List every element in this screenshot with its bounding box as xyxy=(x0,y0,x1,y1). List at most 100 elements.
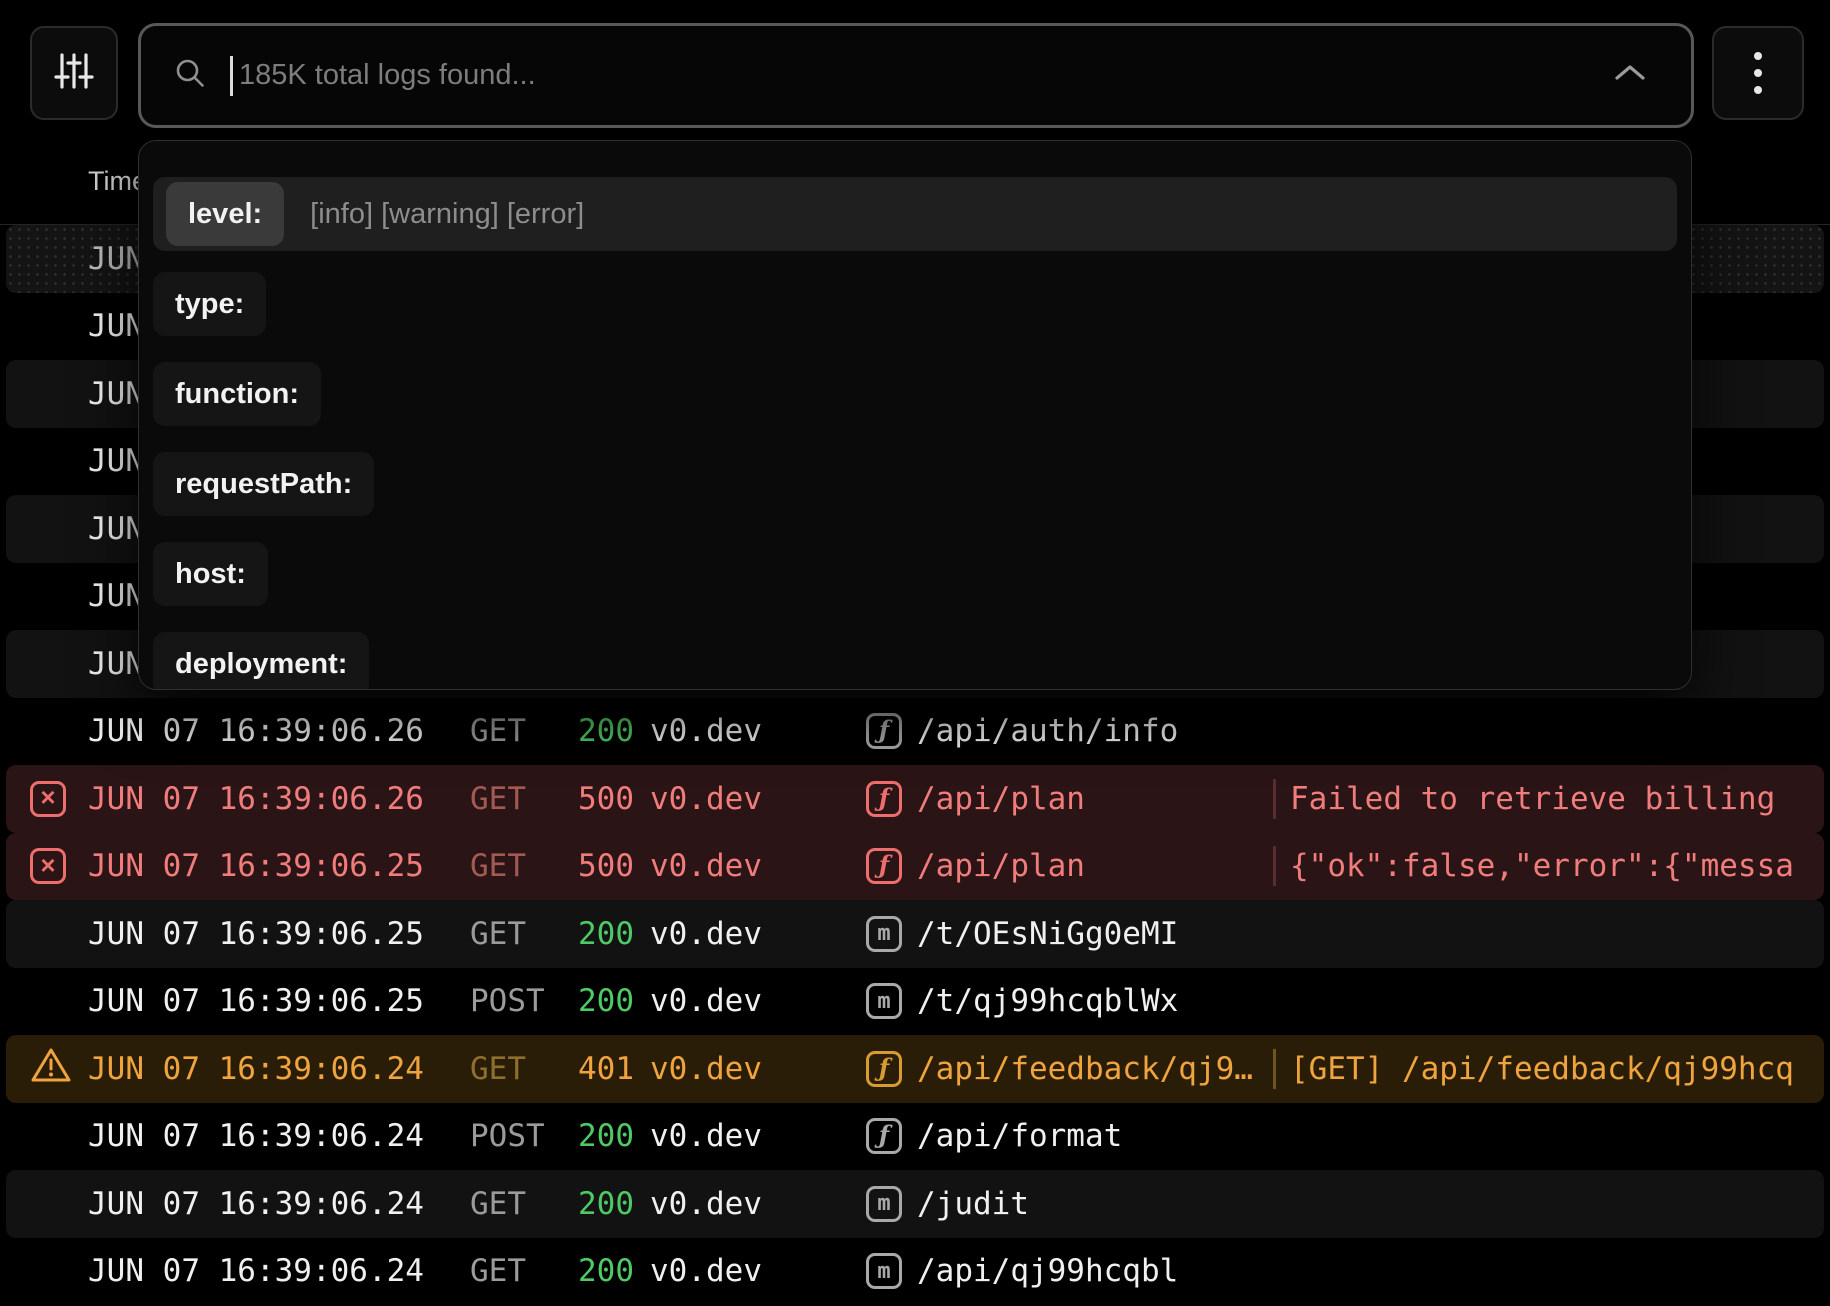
log-host: v0.dev xyxy=(650,983,866,1019)
text-caret xyxy=(230,56,233,96)
http-method: GET xyxy=(470,781,578,817)
middleware-icon: m xyxy=(866,983,902,1019)
log-row[interactable]: JUN 07 16:39:06.24POST200v0.devƒ/api/for… xyxy=(6,1103,1824,1171)
request-path: /api/auth/info xyxy=(917,713,1178,749)
middleware-icon: m xyxy=(866,916,902,952)
log-message: [GET] /api/feedback/qj99hcq xyxy=(1276,1051,1824,1087)
source-glyph: m xyxy=(877,989,890,1014)
status-code: 200 xyxy=(578,916,650,952)
source-icon-cell: m xyxy=(866,1253,902,1289)
suggestion-item-function[interactable]: function: xyxy=(153,357,1677,431)
status-code: 200 xyxy=(578,713,650,749)
log-row[interactable]: JUN 07 16:39:06.25GET200v0.devm/t/OEsNiG… xyxy=(6,900,1824,968)
source-icon-cell: ƒ xyxy=(866,848,902,884)
log-timestamp: JUN 07 16:39:06.25 xyxy=(88,848,470,884)
function-icon: ƒ xyxy=(866,1051,902,1087)
warning-icon xyxy=(30,1046,72,1092)
source-glyph: m xyxy=(877,1191,890,1216)
http-method: GET xyxy=(470,1253,578,1289)
suggestion-item-type[interactable]: type: xyxy=(153,267,1677,341)
log-row[interactable]: ×JUN 07 16:39:06.26GET500v0.devƒ/api/pla… xyxy=(6,765,1824,833)
search-input[interactable] xyxy=(237,58,1611,93)
x-glyph: × xyxy=(40,782,55,815)
status-code: 200 xyxy=(578,1253,650,1289)
x-glyph: × xyxy=(40,850,55,883)
log-host: v0.dev xyxy=(650,1253,866,1289)
source-glyph: m xyxy=(877,921,890,946)
log-host: v0.dev xyxy=(650,848,866,884)
log-message: {"ok":false,"error":{"messa xyxy=(1276,848,1824,884)
log-message: Failed to retrieve billing xyxy=(1276,781,1824,817)
log-timestamp: JUN 07 16:39:06.24 xyxy=(88,1186,470,1222)
log-search-box[interactable] xyxy=(138,23,1694,128)
source-icon-cell: m xyxy=(866,916,902,952)
log-host: v0.dev xyxy=(650,1186,866,1222)
suggestion-item-requestPath[interactable]: requestPath: xyxy=(153,447,1677,521)
request-path: /t/qj99hcqblWx xyxy=(917,983,1178,1019)
log-host: v0.dev xyxy=(650,781,866,817)
source-icon-cell: m xyxy=(866,983,902,1019)
log-row[interactable]: JUN 07 16:39:06.24GET200v0.devm/api/qj99… xyxy=(6,1238,1824,1306)
function-icon: ƒ xyxy=(866,1118,902,1154)
http-method: POST xyxy=(470,1118,578,1154)
suggestion-item-host[interactable]: host: xyxy=(153,537,1677,611)
source-icon-cell: ƒ xyxy=(866,781,902,817)
log-timestamp: JUN 07 16:39:06.25 xyxy=(88,983,470,1019)
suggestion-key-pill: requestPath: xyxy=(153,452,374,516)
status-code: 401 xyxy=(578,1051,650,1087)
log-row[interactable]: JUN 07 16:39:06.24GET200v0.devm/judit xyxy=(6,1170,1824,1238)
function-icon: ƒ xyxy=(866,713,902,749)
level-icon-slot: × xyxy=(30,781,70,817)
timestamp-column-header: Timestamp xyxy=(88,166,138,202)
log-row[interactable]: JUN 07 16:39:06.24GET401v0.devƒ/api/feed… xyxy=(6,1035,1824,1103)
source-icon-cell: ƒ xyxy=(866,1051,902,1087)
source-icon-cell: ƒ xyxy=(866,1118,902,1154)
suggestion-hint: [info] [warning] [error] xyxy=(310,198,584,231)
filter-button[interactable] xyxy=(30,26,118,120)
function-icon: ƒ xyxy=(866,848,902,884)
function-icon: ƒ xyxy=(866,781,902,817)
status-code: 500 xyxy=(578,848,650,884)
toolbar xyxy=(0,0,1830,134)
request-path: /judit xyxy=(917,1186,1029,1222)
source-glyph: ƒ xyxy=(879,783,889,815)
log-row[interactable]: JUN 07 16:39:06.26GET200v0.devƒ/api/auth… xyxy=(6,698,1824,766)
http-method: GET xyxy=(470,1186,578,1222)
source-glyph: m xyxy=(877,1259,890,1284)
source-icon-cell: ƒ xyxy=(866,713,902,749)
middleware-icon: m xyxy=(866,1186,902,1222)
log-timestamp: JUN 07 16:39:06.24 xyxy=(88,1051,470,1087)
suggestion-item-level[interactable]: level: [info] [warning] [error] xyxy=(153,177,1677,251)
source-icon-cell: m xyxy=(866,1186,902,1222)
source-glyph: ƒ xyxy=(879,850,889,882)
http-method: GET xyxy=(470,848,578,884)
status-code: 200 xyxy=(578,983,650,1019)
http-method: POST xyxy=(470,983,578,1019)
suggestion-item-deployment[interactable]: deployment: xyxy=(153,627,1677,690)
log-row[interactable]: JUN 07 16:39:06.25POST200v0.dev m/t/qj99h… xyxy=(6,968,1824,1036)
suggestion-key-pill: level: xyxy=(166,182,284,246)
source-glyph: ƒ xyxy=(879,715,889,747)
log-host: v0.dev xyxy=(650,713,866,749)
log-host: v0.dev xyxy=(650,916,866,952)
log-timestamp: JUN 07 16:39:06.26 xyxy=(88,713,470,749)
request-path: /t/OEsNiGg0eMI xyxy=(917,916,1178,952)
request-path: /api/plan xyxy=(917,848,1267,884)
error-icon: × xyxy=(30,781,66,817)
chevron-up-icon[interactable] xyxy=(1611,62,1649,89)
source-glyph: ƒ xyxy=(879,1053,889,1085)
source-glyph: ƒ xyxy=(879,1120,889,1152)
log-row[interactable]: × JUN 07 16:39:06.25GET500v0.dev ƒ/api/pla… xyxy=(6,833,1824,901)
status-code: 200 xyxy=(578,1118,650,1154)
kebab-menu-icon xyxy=(1754,52,1762,94)
suggestion-key-pill: deployment: xyxy=(153,632,369,690)
menu-button[interactable] xyxy=(1712,26,1804,120)
request-path: /api/plan xyxy=(917,781,1267,817)
status-code: 500 xyxy=(578,781,650,817)
http-method: GET xyxy=(470,1051,578,1087)
log-host: v0.dev xyxy=(650,1118,866,1154)
request-path: /api/feedback/qj9… xyxy=(917,1051,1267,1087)
suggestion-key-pill: function: xyxy=(153,362,321,426)
request-path: /api/format xyxy=(917,1118,1122,1154)
magnifier-icon xyxy=(174,57,206,94)
